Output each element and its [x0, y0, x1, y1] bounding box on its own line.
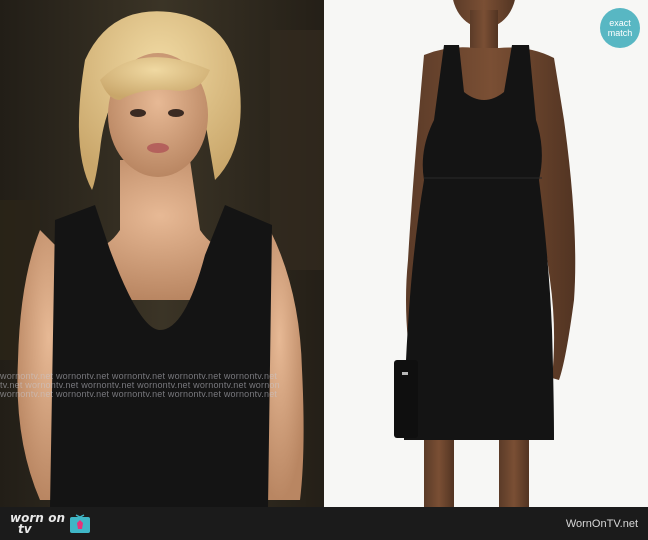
- watermark-text: wornontv.net wornontv.net wornontv.net w…: [0, 389, 278, 399]
- tv-dress-icon: [70, 513, 91, 533]
- product-illustration: [394, 0, 576, 507]
- logo-wordmark: worn on tv: [10, 512, 65, 535]
- exact-match-badge: exact match: [600, 8, 640, 48]
- scene-illustration: [0, 0, 324, 507]
- badge-line1: exact: [609, 18, 631, 28]
- badge-line2: match: [607, 28, 633, 38]
- product-photo: exact match: [324, 0, 648, 507]
- site-name[interactable]: WornOnTV.net: [566, 518, 638, 530]
- scene-photo: wornontv.net wornontv.net wornontv.net w…: [0, 0, 324, 507]
- logo-word-on: on: [48, 511, 66, 525]
- footer-bar: worn on tv WornOnTV.net: [0, 507, 648, 540]
- wornontv-logo[interactable]: worn on tv: [10, 512, 91, 535]
- logo-word-tv: tv: [18, 522, 32, 536]
